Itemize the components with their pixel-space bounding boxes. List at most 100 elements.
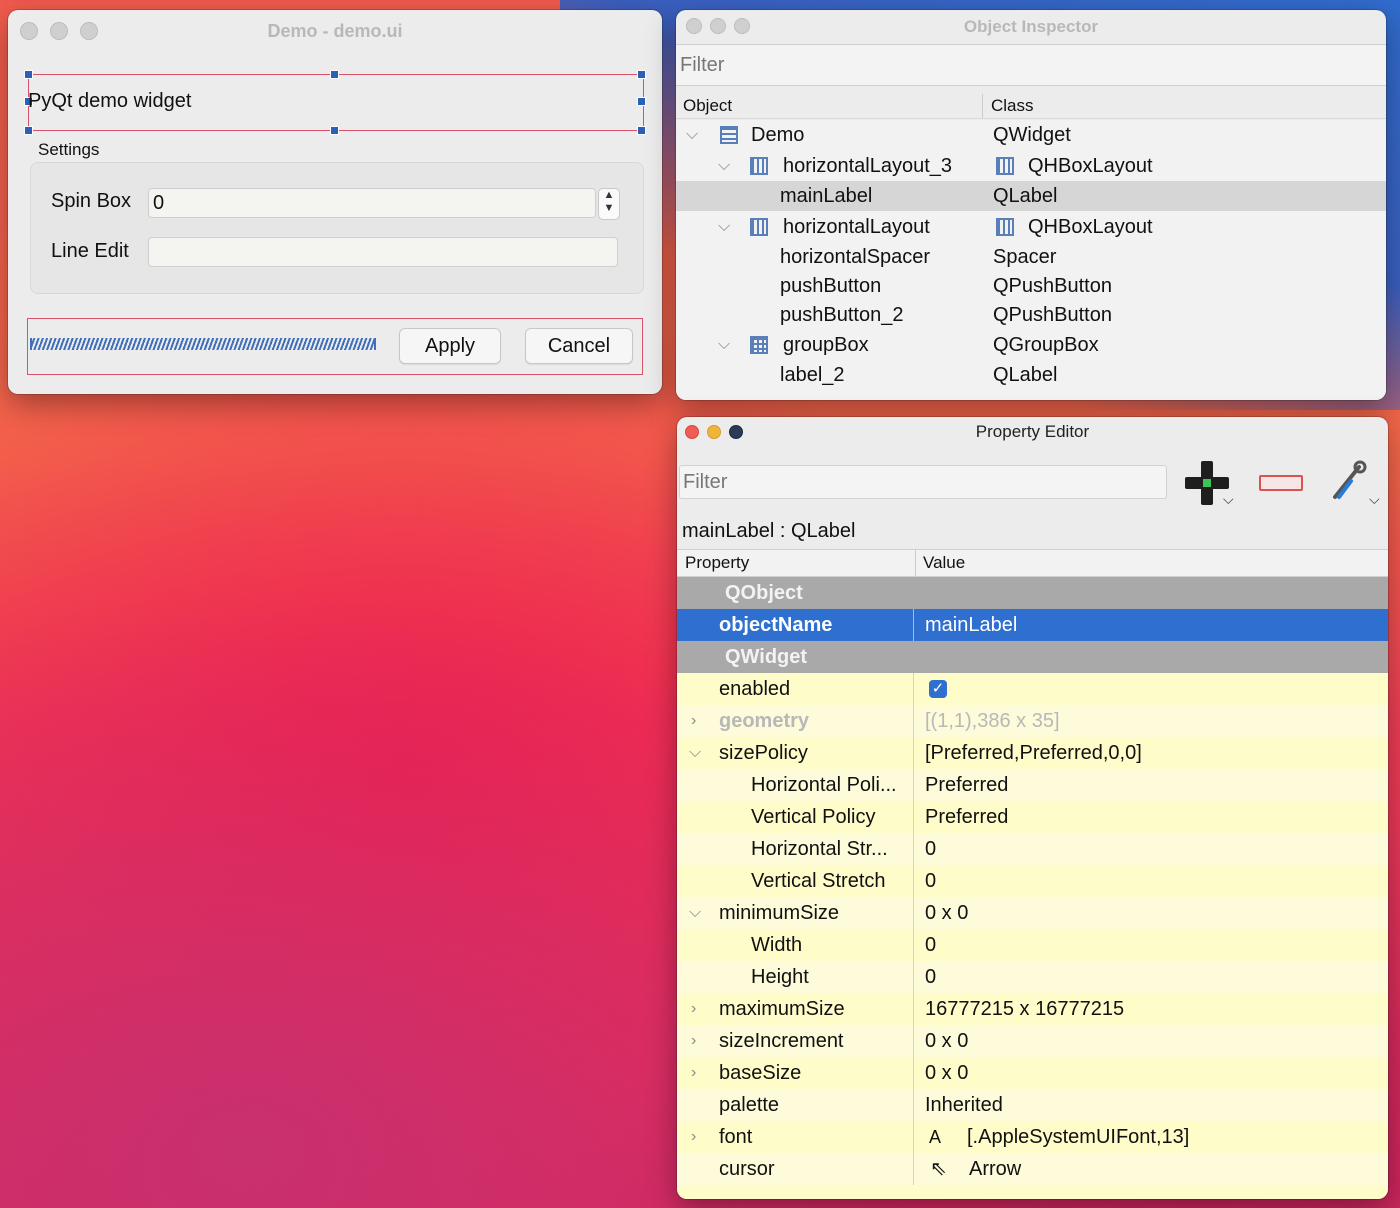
property-row[interactable]: Width 0 — [677, 929, 1388, 961]
property-row[interactable]: › baseSize 0 x 0 — [677, 1057, 1388, 1089]
chevron-down-icon[interactable]: ⌵ — [718, 212, 730, 242]
property-value[interactable]: 0 — [925, 865, 936, 897]
tree-row[interactable]: ⌵ horizontalLayout QHBoxLayout — [676, 212, 1386, 242]
tree-class-name: Spacer — [993, 246, 1057, 268]
line-edit[interactable] — [148, 237, 618, 267]
property-row[interactable]: ⌵ sizePolicy [Preferred,Preferred,0,0] — [677, 737, 1388, 769]
property-group-row[interactable]: QWidget — [677, 641, 1388, 673]
property-row[interactable]: Horizontal Str... 0 — [677, 833, 1388, 865]
property-value[interactable]: Arrow — [969, 1153, 1021, 1185]
column-object[interactable]: Object — [683, 96, 732, 116]
resize-handle-bm[interactable] — [330, 126, 339, 135]
spin-box[interactable]: 0 — [148, 188, 596, 218]
settings-groupbox[interactable] — [30, 162, 644, 294]
property-row[interactable]: Vertical Stretch 0 — [677, 865, 1388, 897]
remove-property-button[interactable] — [1259, 475, 1303, 491]
tree-row[interactable]: label_2 QLabel — [676, 360, 1386, 390]
chevron-right-icon[interactable]: › — [691, 1057, 696, 1089]
property-row[interactable]: enabled ✓ — [677, 673, 1388, 705]
chevron-down-icon[interactable]: ⌵ — [689, 897, 701, 929]
property-value[interactable]: mainLabel — [925, 609, 1017, 641]
property-row[interactable]: cursor ⇖ Arrow — [677, 1153, 1388, 1185]
property-row[interactable]: palette Inherited — [677, 1089, 1388, 1121]
tree-object-name: label_2 — [780, 364, 845, 386]
cursor-arrow-icon: ⇖ — [930, 1158, 947, 1180]
chevron-right-icon[interactable]: › — [691, 1025, 696, 1057]
tree-row[interactable]: ⌵ horizontalLayout_3 QHBoxLayout — [676, 151, 1386, 181]
property-value[interactable]: 0 x 0 — [925, 897, 968, 929]
tree-row[interactable]: ⌵ Demo QWidget — [676, 120, 1386, 150]
chevron-down-icon[interactable]: ⌵ — [689, 737, 701, 769]
tree-row[interactable]: horizontalSpacer Spacer — [676, 242, 1386, 272]
tree-class-name: QPushButton — [993, 304, 1112, 326]
property-editor-window[interactable]: Property Editor Filter ⌵ ⌵ mainLabel : Q… — [677, 417, 1388, 1199]
resize-handle-tm[interactable] — [330, 70, 339, 79]
property-value[interactable]: [Preferred,Preferred,0,0] — [925, 737, 1142, 769]
groupbox-title: Settings — [38, 140, 100, 159]
chevron-up-icon[interactable]: ▲ — [599, 189, 619, 202]
property-name: sizePolicy — [719, 742, 808, 764]
property-row[interactable]: Horizontal Poli... Preferred — [677, 769, 1388, 801]
property-row[interactable]: › sizeIncrement 0 x 0 — [677, 1025, 1388, 1057]
tree-row[interactable]: pushButton_2 QPushButton — [676, 300, 1386, 330]
object-inspector-window[interactable]: Object Inspector Filter Object Class ⌵ D… — [676, 10, 1386, 400]
property-row[interactable]: Height 0 — [677, 961, 1388, 993]
property-filter-input[interactable]: Filter — [679, 465, 1167, 499]
property-row[interactable]: › font A [.AppleSystemUIFont,13] — [677, 1121, 1388, 1153]
tree-row[interactable]: pushButton QPushButton — [676, 271, 1386, 301]
property-value[interactable]: 0 x 0 — [925, 1057, 968, 1089]
apply-button[interactable]: Apply — [399, 328, 501, 364]
chevron-right-icon[interactable]: › — [691, 993, 696, 1025]
tree-row-selected[interactable]: mainLabel QLabel — [676, 181, 1386, 211]
property-value[interactable]: Preferred — [925, 801, 1008, 833]
property-table[interactable]: QObject objectName mainLabel QWidget ena… — [677, 577, 1388, 1199]
resize-handle-br[interactable] — [637, 126, 646, 135]
property-value[interactable]: 16777215 x 16777215 — [925, 993, 1124, 1025]
property-value[interactable]: 0 x 0 — [925, 1025, 968, 1057]
property-value[interactable]: 0 — [925, 929, 936, 961]
column-value[interactable]: Value — [923, 553, 965, 573]
line-edit-label: Line Edit — [51, 240, 129, 262]
chevron-right-icon[interactable]: › — [691, 1121, 696, 1153]
tree-object-name: Demo — [751, 124, 805, 146]
chevron-down-icon[interactable]: ⌵ — [718, 330, 730, 360]
resize-handle-tl[interactable] — [24, 70, 33, 79]
chevron-right-icon[interactable]: › — [691, 705, 696, 737]
configure-tool-button[interactable]: ⌵ — [1329, 459, 1383, 509]
demo-form-window[interactable]: Demo - demo.ui PyQt demo widget Settings… — [8, 10, 662, 394]
resize-handle-mr[interactable] — [637, 97, 646, 106]
hbox-layout-icon — [996, 157, 1014, 175]
chevron-down-icon[interactable]: ⌵ — [686, 120, 698, 150]
property-value[interactable]: Preferred — [925, 769, 1008, 801]
property-group-row[interactable]: QObject — [677, 577, 1388, 609]
property-value[interactable]: 0 — [925, 961, 936, 993]
property-row[interactable]: › maximumSize 16777215 x 16777215 — [677, 993, 1388, 1025]
main-label[interactable]: PyQt demo widget — [28, 90, 191, 113]
column-property[interactable]: Property — [685, 553, 749, 573]
resize-handle-bl[interactable] — [24, 126, 33, 135]
inspector-filter-input[interactable]: Filter — [676, 44, 1386, 86]
demo-titlebar[interactable]: Demo - demo.ui — [8, 10, 662, 52]
cancel-button[interactable]: Cancel — [525, 328, 633, 364]
column-divider — [913, 705, 914, 737]
property-row[interactable]: ⌵ minimumSize 0 x 0 — [677, 897, 1388, 929]
chevron-down-icon[interactable]: ⌵ — [718, 151, 730, 181]
property-row[interactable]: › geometry [(1,1),386 x 35] — [677, 705, 1388, 737]
property-row-selected[interactable]: objectName mainLabel — [677, 609, 1388, 641]
add-dynamic-property-button[interactable]: ⌵ — [1183, 459, 1239, 509]
chevron-down-icon[interactable]: ▼ — [599, 202, 619, 215]
tree-row[interactable]: ⌵ groupBox QGroupBox — [676, 330, 1386, 360]
current-object-label: mainLabel : QLabel — [682, 520, 856, 542]
property-titlebar[interactable]: Property Editor — [677, 417, 1388, 447]
property-value[interactable]: [.AppleSystemUIFont,13] — [967, 1121, 1189, 1153]
column-class[interactable]: Class — [991, 96, 1034, 116]
property-row[interactable]: Vertical Policy Preferred — [677, 801, 1388, 833]
property-value[interactable]: 0 — [925, 833, 936, 865]
property-value[interactable]: Inherited — [925, 1089, 1003, 1121]
object-tree[interactable]: ⌵ Demo QWidget ⌵ horizontalLayout_3 QHBo… — [676, 120, 1386, 400]
spin-stepper[interactable]: ▲ ▼ — [598, 188, 620, 220]
resize-handle-tr[interactable] — [637, 70, 646, 79]
checkbox-checked-icon[interactable]: ✓ — [929, 680, 947, 698]
tree-class-name: QPushButton — [993, 275, 1112, 297]
inspector-titlebar[interactable]: Object Inspector — [676, 10, 1386, 44]
